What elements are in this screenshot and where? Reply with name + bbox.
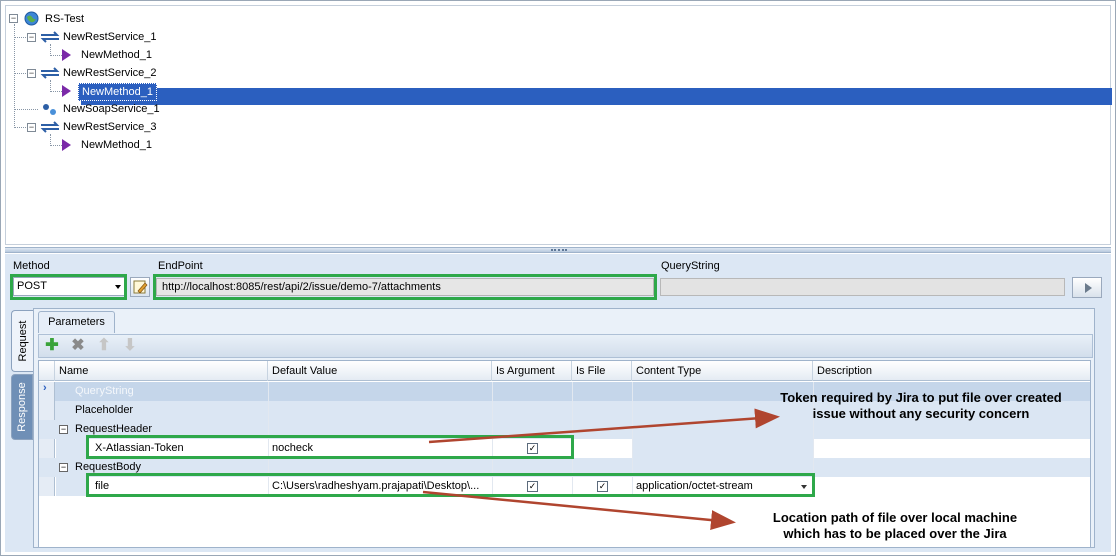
service-tree[interactable]: − RS-Test − NewRestService_1 NewMethod_1… <box>5 5 1112 245</box>
tree-item-rest-service-2[interactable]: NewRestService_2 <box>60 65 160 81</box>
tree-item-soap-service[interactable]: NewSoapService_1 <box>60 101 163 117</box>
collapse-icon[interactable]: − <box>9 14 18 23</box>
tree-line <box>50 145 62 146</box>
tree-item-method-selected[interactable]: NewMethod_1 <box>78 83 157 101</box>
collapse-icon[interactable]: − <box>27 123 36 132</box>
tree-line <box>14 24 15 128</box>
annotation-arrows <box>422 408 780 531</box>
tree-item-rest-service-3[interactable]: NewRestService_3 <box>60 119 160 135</box>
tree-root-label: RS-Test <box>45 13 85 25</box>
panel-splitter[interactable] <box>5 247 1111 253</box>
rest-service-icon <box>40 67 60 79</box>
tree-line <box>14 109 38 110</box>
method-icon <box>62 49 71 61</box>
tree-item-label: NewMethod_1 <box>81 139 152 151</box>
arrow-to-file <box>422 490 736 531</box>
tree-item-method[interactable]: NewMethod_1 <box>78 137 155 153</box>
soap-service-icon <box>43 104 56 115</box>
window-frame: − RS-Test − NewRestService_1 NewMethod_1… <box>0 0 1116 556</box>
tree-item-label: NewMethod_1 <box>78 83 157 101</box>
tree-item-label: NewMethod_1 <box>81 49 152 61</box>
tree-item-rest-service-1[interactable]: NewRestService_1 <box>60 29 160 45</box>
collapse-icon[interactable]: − <box>27 69 36 78</box>
tree-root[interactable]: RS-Test <box>42 11 87 27</box>
globe-icon <box>24 11 39 26</box>
tree-item-label: NewRestService_1 <box>63 31 157 43</box>
selection-highlight <box>81 88 1112 105</box>
rest-service-icon <box>40 121 60 133</box>
tree-line <box>50 55 62 56</box>
tree-item-label: NewSoapService_1 <box>63 103 160 115</box>
method-icon <box>62 139 71 151</box>
collapse-icon[interactable]: − <box>27 33 36 42</box>
splitter-grip <box>551 249 567 251</box>
tree-item-label: NewRestService_2 <box>63 67 157 79</box>
tree-item-label: NewRestService_3 <box>63 121 157 133</box>
tree-item-method[interactable]: NewMethod_1 <box>78 47 155 63</box>
request-panel: Method EndPoint QueryString POST http://… <box>5 254 1111 552</box>
rest-service-icon <box>40 31 60 43</box>
method-icon <box>62 85 71 97</box>
arrow-to-token <box>428 408 780 444</box>
tree-line <box>50 91 62 92</box>
